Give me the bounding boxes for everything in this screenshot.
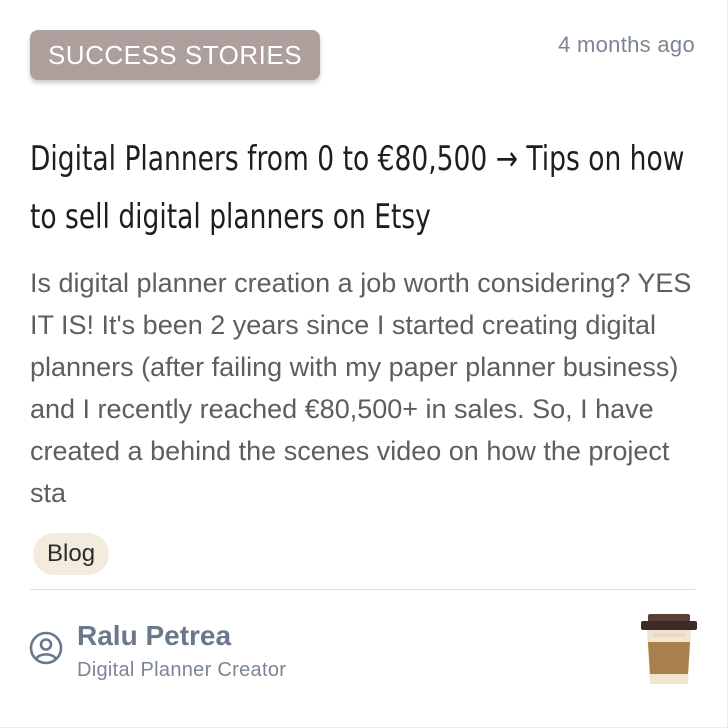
post-card[interactable]: SUCCESS STORIES 4 months ago Digital Pla… (0, 0, 728, 728)
author-name[interactable]: Ralu Petrea (77, 620, 231, 652)
tag-chip[interactable]: Blog (33, 533, 110, 575)
coffee-cup-icon (641, 614, 697, 684)
category-badge[interactable]: SUCCESS STORIES (30, 30, 320, 80)
post-excerpt: Is digital planner creation a job worth … (30, 268, 692, 508)
post-title[interactable]: Digital Planners from 0 to €80,500 → Tip… (30, 130, 710, 246)
divider (30, 589, 695, 590)
author-role: Digital Planner Creator (77, 659, 287, 681)
post-timestamp: 4 months ago (558, 32, 695, 57)
user-circle-icon (29, 631, 63, 665)
